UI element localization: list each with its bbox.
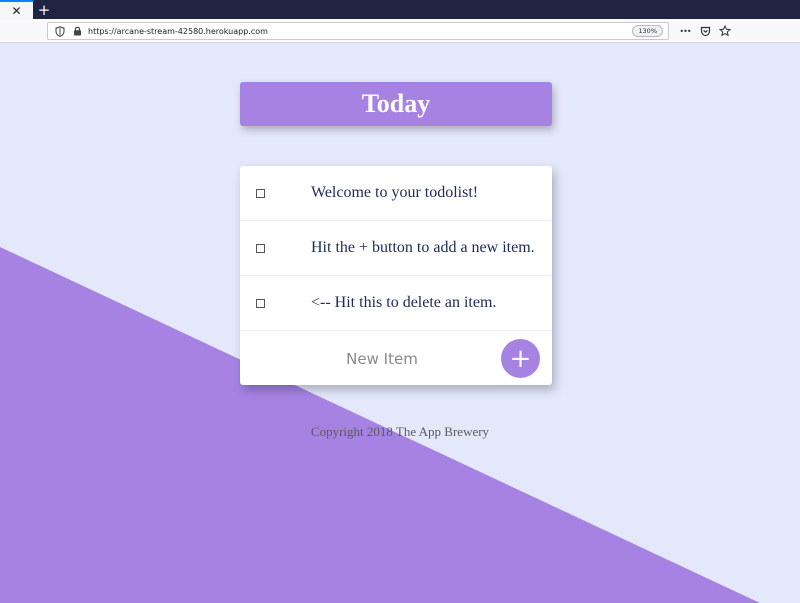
tab-strip: ✕ + — [0, 0, 800, 19]
close-tab-icon[interactable]: ✕ — [11, 5, 21, 17]
list-item: <-- Hit this to delete an item. — [240, 276, 552, 331]
list-item: Welcome to your todolist! — [240, 166, 552, 221]
new-item-input[interactable] — [292, 345, 472, 373]
item-text: <-- Hit this to delete an item. — [311, 294, 497, 311]
item-checkbox[interactable] — [256, 298, 265, 308]
browser-tab[interactable]: ✕ — [0, 0, 33, 19]
toolbar-actions: ••• — [678, 23, 732, 39]
todo-list-box: Welcome to your todolist! Hit the + butt… — [240, 166, 552, 385]
list-item: Hit the + button to add a new item. — [240, 221, 552, 276]
item-checkbox[interactable] — [256, 243, 265, 253]
bookmark-star-icon[interactable] — [718, 23, 732, 39]
navigation-bar: https://arcane-stream-42580.herokuapp.co… — [0, 19, 800, 43]
item-text: Hit the + button to add a new item. — [311, 239, 535, 256]
heading-box: Today — [240, 82, 552, 126]
tracking-shield-icon[interactable] — [53, 24, 67, 38]
item-text: Welcome to your todolist! — [311, 184, 479, 201]
new-item-form: + — [240, 331, 552, 385]
page-content: Today Welcome to your todolist! Hit the … — [0, 43, 800, 603]
item-checkbox[interactable] — [256, 188, 265, 198]
lock-icon[interactable] — [70, 24, 84, 38]
url-bar[interactable]: https://arcane-stream-42580.herokuapp.co… — [47, 22, 669, 40]
zoom-level-badge[interactable]: 130% — [632, 25, 663, 37]
add-item-button[interactable]: + — [501, 339, 540, 378]
pocket-icon[interactable] — [698, 23, 712, 39]
new-tab-button[interactable]: + — [34, 0, 54, 19]
page-title: Today — [361, 89, 431, 118]
more-actions-icon[interactable]: ••• — [678, 23, 692, 39]
copyright-footer: Copyright 2018 The App Brewery — [310, 424, 490, 439]
url-text[interactable]: https://arcane-stream-42580.herokuapp.co… — [88, 27, 268, 36]
